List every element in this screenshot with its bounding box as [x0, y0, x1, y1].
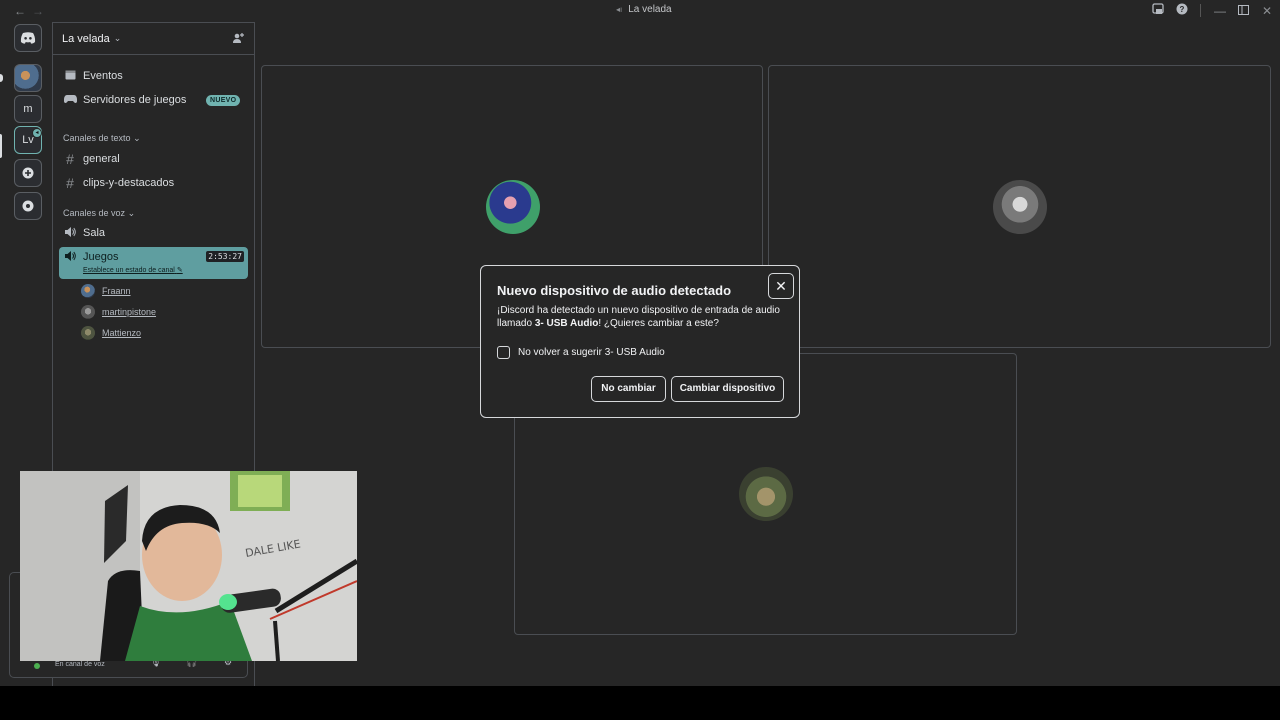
checkbox-label: No volver a sugerir 3- USB Audio: [518, 347, 665, 358]
events-nav[interactable]: Eventos: [63, 67, 123, 85]
voice-channel-juegos[interactable]: Juegos 2:53:27 Establece un estado de ca…: [59, 247, 248, 279]
voice-user-mattienzo[interactable]: Mattienzo: [81, 325, 141, 341]
checkbox[interactable]: [497, 346, 510, 359]
webcam-image: DALE LIKE: [20, 471, 357, 661]
switch-device-button[interactable]: Cambiar dispositivo: [671, 376, 784, 402]
speaker-icon: [65, 251, 76, 264]
events-label: Eventos: [83, 70, 123, 82]
channel-general[interactable]: # general: [63, 150, 120, 168]
speaker-icon: ◂ı: [616, 5, 623, 14]
game-servers-label: Servidores de juegos: [83, 94, 187, 106]
device-name: 3- USB Audio: [534, 318, 599, 329]
close-window-icon[interactable]: ✕: [1262, 3, 1272, 19]
discord-home-icon[interactable]: [14, 24, 42, 52]
window-title-text: La velada: [628, 4, 672, 15]
set-channel-status-link[interactable]: Establece un estado de canal ✎: [83, 266, 183, 274]
explore-icon[interactable]: [14, 192, 42, 220]
server-avatar-icon[interactable]: [14, 64, 42, 92]
dont-suggest-checkbox[interactable]: No volver a sugerir 3- USB Audio: [497, 346, 665, 359]
window-title: ◂ı La velada: [616, 4, 672, 15]
dialog-title: Nuevo dispositivo de audio detectado: [497, 283, 732, 298]
screen-bottom-bar: [0, 686, 1280, 720]
new-badge: NUEVO: [206, 95, 241, 106]
avatar: [81, 305, 95, 319]
maximize-icon[interactable]: [1238, 3, 1249, 19]
calendar-icon: [63, 69, 77, 83]
channel-clips[interactable]: # clips-y-destacados: [63, 174, 174, 192]
dont-switch-button[interactable]: No cambiar: [591, 376, 666, 402]
voice-channel-sala-label: Sala: [83, 227, 106, 239]
game-servers-nav[interactable]: Servidores de juegos: [63, 91, 186, 109]
channel-status-label: Establece un estado de canal: [83, 267, 175, 274]
voice-channel-sala[interactable]: Sala: [63, 224, 105, 242]
voice-badge-icon: ◂: [32, 128, 42, 138]
chevron-down-icon: ⌄: [113, 33, 122, 43]
chevron-down-icon: ⌄: [127, 208, 136, 218]
title-separator: [1200, 4, 1201, 17]
back-arrow-icon[interactable]: ←: [14, 3, 26, 19]
hash-icon: #: [66, 151, 74, 167]
video-tile-martinpistone[interactable]: [768, 65, 1271, 348]
avatar: [81, 284, 95, 298]
webcam-overlay: DALE LIKE: [20, 471, 357, 661]
gamepad-icon: [63, 94, 77, 107]
pencil-icon: ✎: [176, 267, 183, 274]
chevron-down-icon: ⌄: [133, 133, 141, 143]
voice-user-name: martinpistone: [102, 307, 157, 317]
title-bar: ← → ◂ı La velada ? — ✕: [0, 0, 1280, 22]
guild-header[interactable]: La velada ⌄: [53, 23, 254, 55]
inbox-icon[interactable]: [1152, 3, 1164, 19]
channel-general-label: general: [83, 153, 120, 165]
invite-people-icon[interactable]: [232, 32, 244, 47]
selected-indicator: [0, 134, 2, 158]
svg-text:?: ?: [1180, 5, 1185, 14]
help-icon[interactable]: ?: [1176, 3, 1188, 19]
unread-indicator: [0, 74, 3, 82]
close-icon[interactable]: ✕: [768, 273, 794, 299]
forward-arrow-icon[interactable]: →: [32, 3, 44, 19]
channel-clips-label: clips-y-destacados: [83, 177, 175, 189]
avatar: [993, 180, 1047, 234]
server-m-label: m: [23, 103, 33, 115]
new-audio-device-dialog: Nuevo dispositivo de audio detectado ✕ ¡…: [480, 265, 800, 418]
voice-user-name: Fraann: [102, 286, 131, 296]
voice-timer: 2:53:27: [206, 251, 244, 262]
voice-user-martinpistone[interactable]: martinpistone: [81, 304, 156, 320]
speaker-icon: [63, 226, 77, 240]
voice-connected-dot: [34, 663, 40, 669]
voice-user-name: Mattienzo: [102, 328, 142, 338]
avatar: [739, 467, 793, 521]
minimize-icon[interactable]: —: [1214, 3, 1226, 19]
hash-icon: #: [66, 175, 74, 191]
avatar: [81, 326, 95, 340]
text-category-label: Canales de texto: [63, 133, 131, 143]
voice-category-label: Canales de voz: [63, 208, 126, 218]
guild-name: La velada: [62, 32, 110, 45]
avatar: [486, 180, 540, 234]
voice-category-header[interactable]: Canales de voz ⌄: [63, 208, 135, 219]
dialog-message-suffix: ! ¿Quieres cambiar a este?: [598, 318, 719, 329]
voice-channel-juegos-label: Juegos: [83, 251, 119, 263]
text-category-header[interactable]: Canales de texto ⌄: [63, 133, 141, 144]
dialog-message: ¡Discord ha detectado un nuevo dispositi…: [497, 304, 787, 330]
voice-status-text: En canal de voz: [55, 661, 105, 668]
server-m[interactable]: m: [14, 95, 42, 123]
voice-user-fraann[interactable]: Fraann: [81, 283, 131, 299]
add-server-icon[interactable]: [14, 159, 42, 187]
